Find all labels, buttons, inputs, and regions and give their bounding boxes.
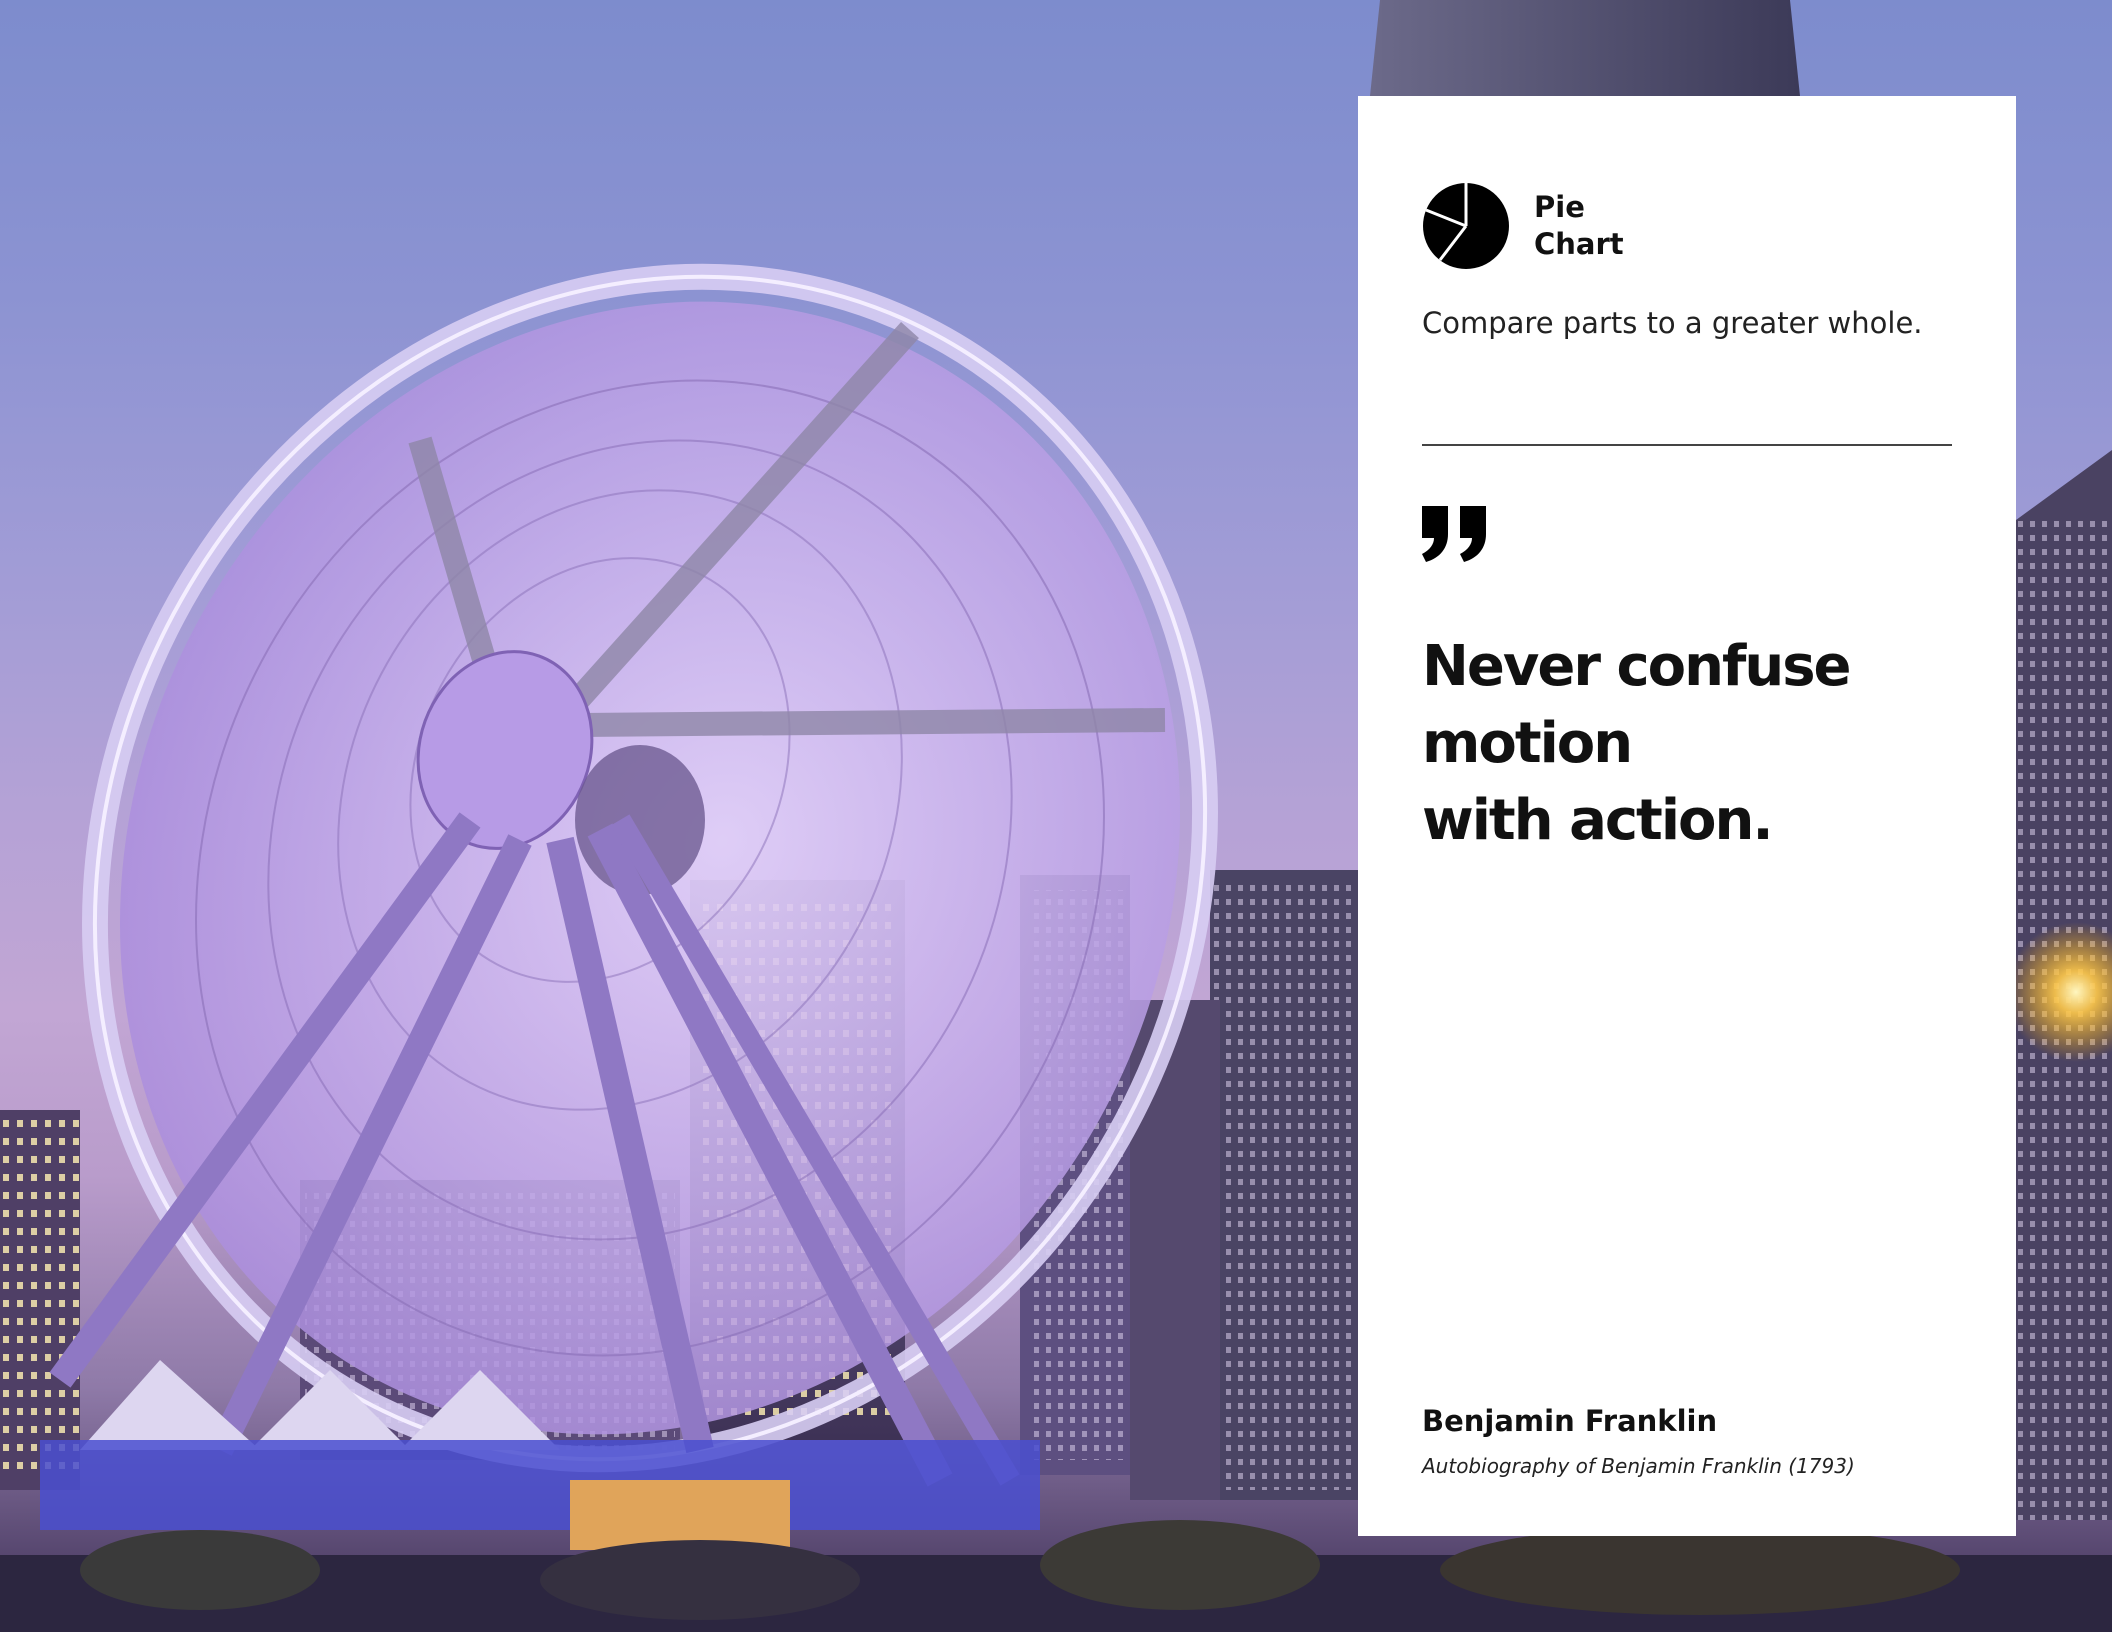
quote-line: motion (1422, 711, 1633, 776)
kiosk (570, 1480, 790, 1550)
blue-lit-base (40, 1440, 1040, 1530)
card-title-line1: Pie (1534, 190, 1585, 224)
shrub (80, 1530, 320, 1610)
shrub (540, 1540, 860, 1620)
info-card: Pie Chart Compare parts to a greater who… (1358, 96, 2016, 1536)
skyscraper-top (1370, 0, 1800, 96)
pie-chart-icon (1423, 183, 1509, 269)
building-windows (0, 1120, 80, 1480)
quote-text: Never confuse motion with action. (1422, 628, 1942, 859)
shrub (1040, 1520, 1320, 1610)
card-title-line2: Chart (1534, 227, 1624, 261)
shrub (1440, 1525, 1960, 1615)
divider (1422, 444, 1952, 446)
card-description: Compare parts to a greater whole. (1422, 306, 1923, 340)
building-windows (1212, 880, 1356, 1490)
quote-source: Autobiography of Benjamin Franklin (1793… (1422, 1454, 1855, 1478)
quote-line: with action. (1422, 788, 1774, 853)
quote-line: Never confuse (1422, 634, 1852, 699)
quote-author: Benjamin Franklin (1422, 1404, 1718, 1438)
card-title: Pie Chart (1534, 189, 1654, 263)
quotation-mark-icon (1422, 506, 1486, 562)
card-header: Pie Chart (1422, 182, 1654, 270)
